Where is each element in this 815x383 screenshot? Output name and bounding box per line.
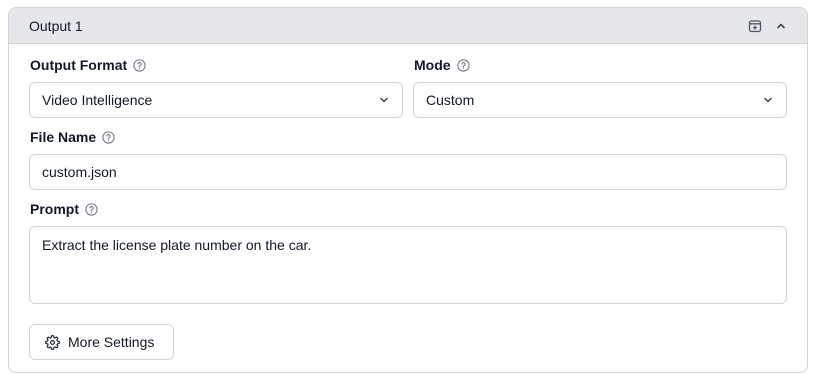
help-circle-icon[interactable] (456, 58, 470, 72)
mode-label-text: Mode (414, 57, 451, 73)
file-name-value: custom.json (42, 164, 117, 180)
archive-plus-icon[interactable] (747, 18, 763, 34)
gear-icon (45, 334, 60, 350)
help-circle-icon[interactable] (85, 202, 98, 216)
help-circle-icon[interactable] (102, 130, 115, 144)
help-circle-icon[interactable] (133, 58, 146, 72)
panel-header[interactable]: Output 1 (9, 8, 807, 44)
prompt-label: Prompt (30, 201, 98, 217)
more-settings-label: More Settings (68, 334, 155, 350)
mode-select[interactable]: Custom (413, 82, 787, 118)
header-actions (747, 18, 789, 34)
output-format-value: Video Intelligence (42, 92, 153, 108)
panel-title: Output 1 (29, 17, 83, 34)
output-format-label: Output Format (30, 57, 146, 73)
file-name-input[interactable]: custom.json (29, 154, 787, 190)
chevron-down-icon (762, 94, 774, 106)
file-name-label-text: File Name (30, 129, 97, 145)
mode-label: Mode (414, 57, 470, 73)
prompt-value: Extract the license plate number on the … (42, 237, 312, 253)
output-format-label-text: Output Format (30, 57, 128, 73)
mode-value: Custom (426, 92, 475, 108)
chevron-down-icon (378, 94, 390, 106)
file-name-label: File Name (30, 129, 115, 145)
chevron-up-icon[interactable] (773, 18, 789, 34)
output-format-select[interactable]: Video Intelligence (29, 82, 403, 118)
prompt-textarea[interactable]: Extract the license plate number on the … (29, 226, 787, 304)
more-settings-button[interactable]: More Settings (29, 324, 174, 360)
prompt-label-text: Prompt (30, 201, 79, 217)
